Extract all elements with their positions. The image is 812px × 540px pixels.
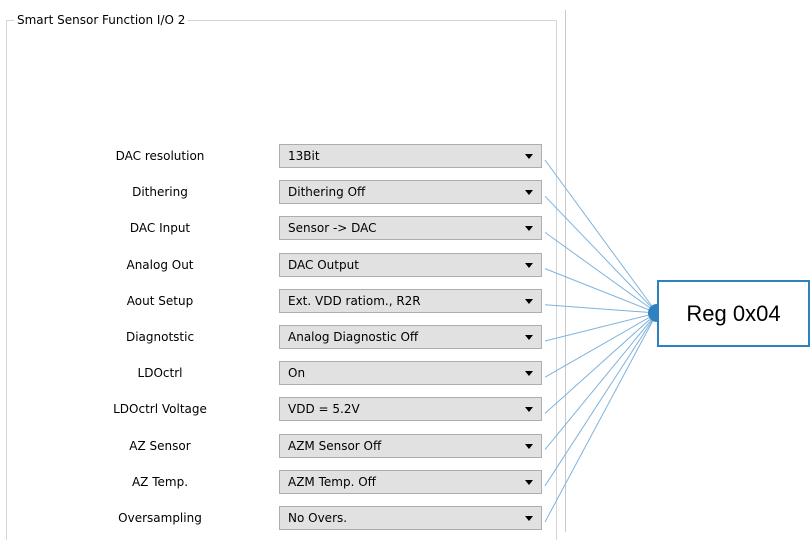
connector-line <box>544 159 658 314</box>
connector-line <box>544 312 658 450</box>
connector-line <box>544 312 658 523</box>
connector-line <box>544 312 658 342</box>
register-callout: Reg 0x04 <box>657 280 810 347</box>
register-label: Reg 0x04 <box>686 300 781 326</box>
callout-connectors <box>544 159 666 523</box>
connector-line <box>544 312 658 487</box>
connector-line <box>544 231 658 314</box>
connector-line <box>544 312 658 414</box>
connector-line <box>544 195 658 314</box>
